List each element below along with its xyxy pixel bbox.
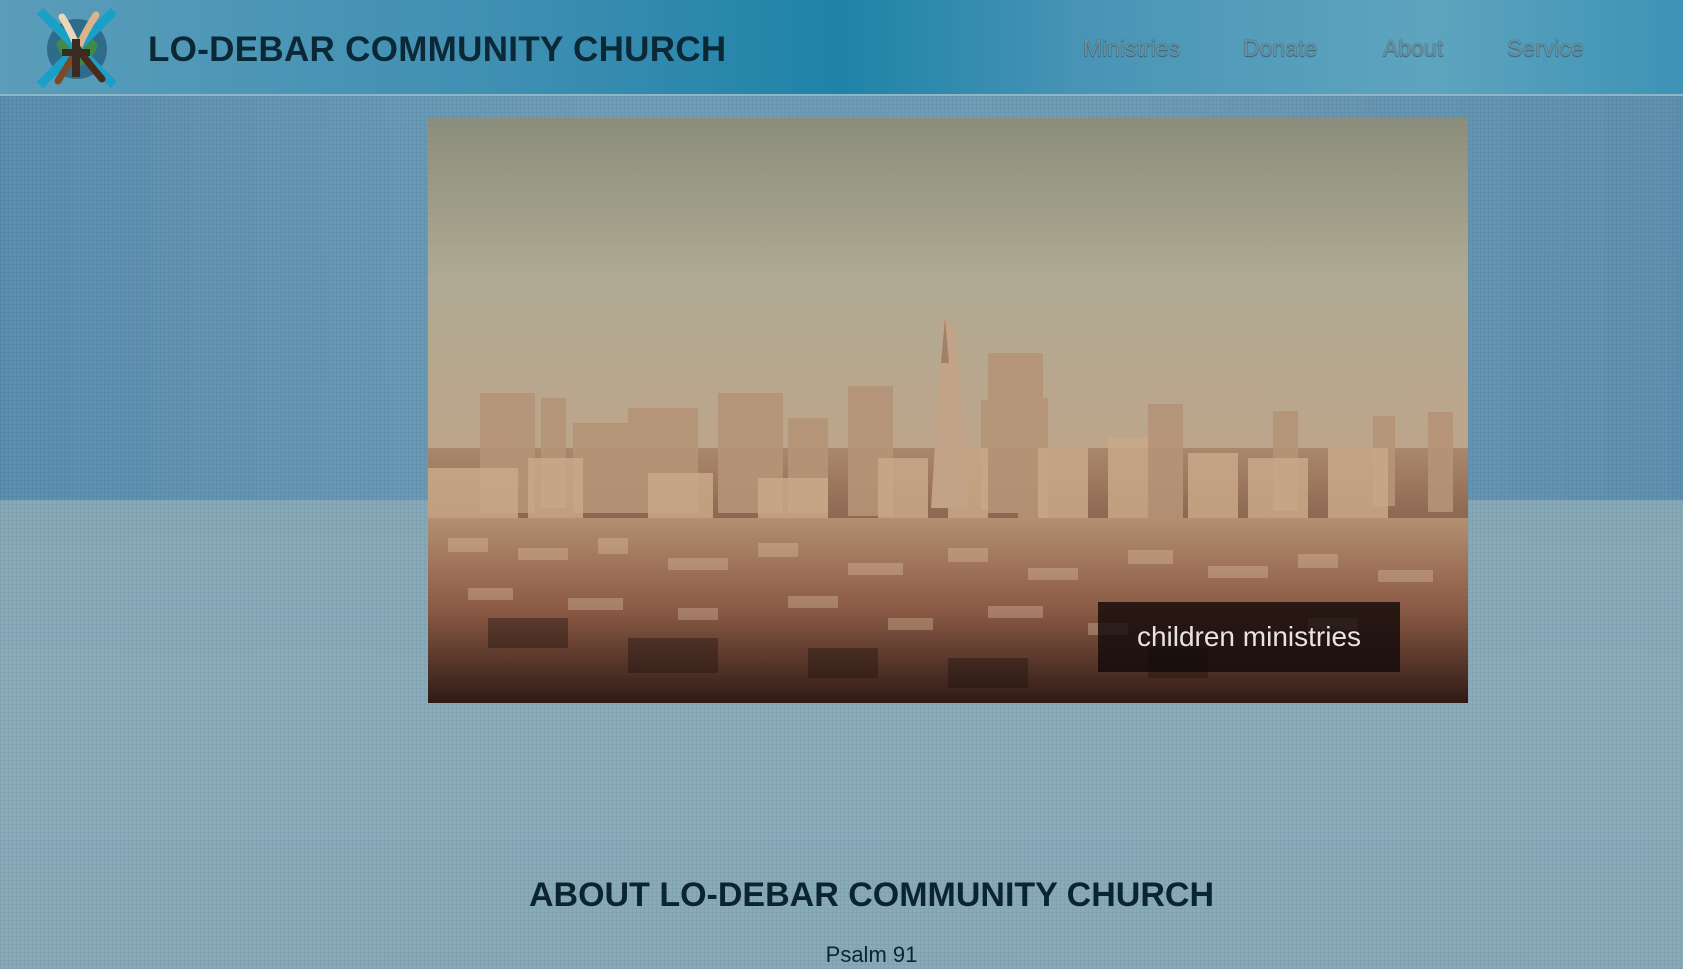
nav-about[interactable]: About	[1383, 35, 1443, 62]
site-header: LO-DEBAR COMMUNITY CHURCH Ministries Don…	[0, 0, 1683, 96]
slide-caption-text: children ministries	[1136, 621, 1362, 652]
hands-globe-cross-logo-icon[interactable]	[32, 3, 122, 93]
about-heading: ABOUT LO-DEBAR COMMUNITY CHURCH	[529, 876, 1214, 915]
site-title[interactable]: LO-DEBAR COMMUNITY CHURCH	[148, 30, 727, 70]
slide-caption[interactable]: children ministries	[1098, 602, 1400, 672]
nav-service[interactable]: Service	[1507, 35, 1584, 62]
hero-slideshow[interactable]: children ministries	[428, 118, 1468, 703]
nav-donate[interactable]: Donate	[1243, 35, 1317, 62]
nav-ministries[interactable]: Ministries	[1083, 35, 1180, 62]
about-subtext: Psalm 91	[825, 942, 918, 967]
